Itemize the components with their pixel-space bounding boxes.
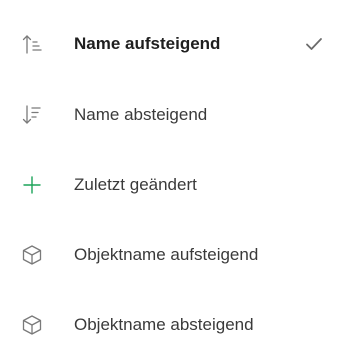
menu-item-label: Objektname absteigend xyxy=(74,315,254,334)
menu-item-label: Zuletzt geändert xyxy=(74,175,197,194)
menu-item-label: Name absteigend xyxy=(74,105,208,124)
menu-item-last-modified[interactable]: Zuletzt geändert xyxy=(0,157,337,213)
sort-ascending-icon xyxy=(20,32,44,56)
cube-icon xyxy=(20,313,44,337)
menu-item-name-ascending[interactable]: Name aufsteigend xyxy=(0,16,337,72)
menu-item-object-name-ascending[interactable]: Objektname aufsteigend xyxy=(0,227,337,283)
menu-item-label: Objektname aufsteigend xyxy=(74,245,259,264)
menu-item-name-descending[interactable]: Name absteigend xyxy=(0,87,337,143)
menu-item-object-name-descending[interactable]: Objektname absteigend xyxy=(0,297,337,353)
plus-icon xyxy=(20,173,44,197)
menu-item-label: Name aufsteigend xyxy=(74,34,221,53)
checkmark-icon xyxy=(303,33,325,55)
sort-descending-icon xyxy=(20,103,44,127)
cube-icon xyxy=(20,243,44,267)
sort-menu: Name aufsteigend Name absteigend Zuletzt… xyxy=(0,0,337,338)
